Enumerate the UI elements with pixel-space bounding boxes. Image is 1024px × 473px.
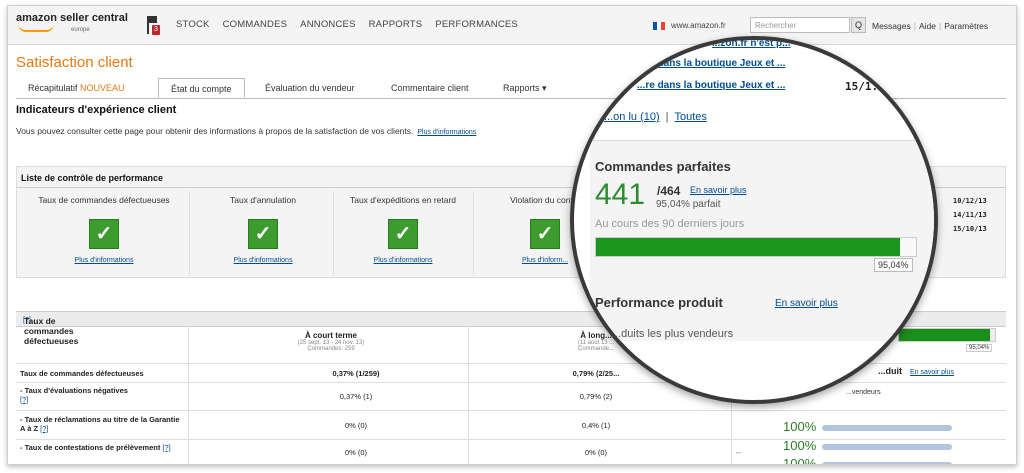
main-nav: STOCK COMMANDES ANNONCES RAPPORTS PERFOR…	[176, 19, 531, 30]
blurred-product-link[interactable]	[822, 443, 953, 450]
help-link[interactable]: [?]	[40, 424, 48, 433]
message-filter: ...on lu (10) | Toutes	[604, 111, 707, 123]
notification-badge: 3	[152, 25, 160, 35]
message-link[interactable]: ...re dans la boutique Jeux et ...	[637, 80, 785, 91]
nav-commandes[interactable]: COMMANDES	[223, 19, 288, 30]
smile-icon	[18, 24, 54, 32]
parametres-link[interactable]: Paramètres	[944, 21, 988, 31]
amazon-seller-central-logo[interactable]: amazon seller central europe	[16, 12, 128, 40]
message-date: 10/12/13	[953, 197, 987, 205]
table-title: Taux de commandes défectueuses	[24, 316, 79, 346]
percent-value: 100%	[783, 419, 817, 434]
check-icon: ✓	[530, 219, 560, 249]
nav-performances[interactable]: PERFORMANCES	[435, 19, 518, 30]
message-date: 14/11/13	[953, 211, 987, 219]
checklist-label: Taux d'annulation	[230, 195, 296, 205]
extra-value: --	[736, 448, 741, 457]
perfect-orders-percent: 95,04% parfait	[656, 199, 721, 210]
page-title: Satisfaction client	[16, 54, 133, 71]
row-label: Taux de commandes défectueuses	[20, 369, 144, 378]
row-label: - Taux de réclamations au titre de la Ga…	[20, 415, 180, 433]
checklist-more-link[interactable]: Plus d'informations	[19, 257, 189, 264]
short-term-orders: Commandes: 259	[307, 346, 355, 352]
list-item: 100%	[783, 419, 953, 434]
intro-more-link[interactable]: Plus d'informations	[417, 129, 476, 136]
browser-frame: amazon seller central europe 3 STOCK COM…	[7, 5, 1017, 465]
check-icon: ✓	[89, 219, 119, 249]
message-date: 15/10/13	[953, 225, 987, 233]
perfect-orders-progress-bar	[595, 237, 917, 257]
checklist-more-link[interactable]: Plus d'informations	[193, 257, 333, 264]
checklist-more-link[interactable]: Plus d'informations	[333, 257, 473, 264]
row-label: - Taux de contestations de prélèvement […	[20, 443, 171, 452]
message-link[interactable]: ...zon.fr n'est p...	[712, 40, 791, 49]
intro-sentence: Vous pouvez consulter cette page pour ob…	[16, 126, 414, 136]
row-label: - Taux d'évaluations négatives [?]	[20, 386, 128, 404]
logo-subtext: europe	[71, 27, 90, 33]
progress-bar-label: 95,04%	[874, 258, 913, 272]
short-term-value: 0% (0)	[344, 448, 368, 457]
new-badge: NOUVEAU	[80, 83, 125, 93]
list-item: 100%	[783, 438, 953, 453]
checklist-item: Taux d'expéditions en retard ✓ Plus d'in…	[333, 191, 474, 275]
tab-etat-du-compte[interactable]: État du compte	[158, 78, 245, 98]
tab-label: Récapitulatif	[28, 83, 78, 93]
checklist-title: Liste de contrôle de performance	[21, 173, 164, 183]
blurred-product-link[interactable]	[822, 461, 953, 464]
perfect-orders-more-link[interactable]: En savoir plus	[690, 185, 747, 195]
checklist-item: Taux de commandes défectueuses ✓ Plus d'…	[19, 191, 190, 275]
help-link[interactable]: [?]	[162, 443, 170, 452]
percent-value: 100%	[783, 438, 817, 453]
marketplace-site[interactable]: www.amazon.fr	[671, 21, 726, 30]
help-link[interactable]: [?]	[20, 395, 28, 404]
perfect-orders-total: /464	[657, 184, 681, 198]
non-lu-link[interactable]: ...on lu (10)	[604, 111, 660, 123]
perfect-orders-value: 441	[595, 178, 646, 211]
nav-annonces[interactable]: ANNONCES	[300, 19, 355, 30]
tab-evaluation-vendeur[interactable]: Évaluation du vendeur	[265, 78, 355, 98]
short-term-title: À court terme	[304, 331, 357, 340]
tab-recapitulatif[interactable]: Récapitulatif NOUVEAU	[28, 78, 125, 98]
top-links: Messages | Aide | Paramètres	[872, 21, 989, 31]
search-input[interactable]: Rechercher	[750, 17, 850, 33]
message-link[interactable]: ...re dans la boutique Jeux et ...	[637, 58, 785, 69]
messages-link[interactable]: Messages	[872, 21, 911, 31]
check-icon: ✓	[248, 219, 278, 249]
top-products-label: ...duits les plus vendeurs	[612, 328, 734, 340]
checklist-item: Taux d'annulation ✓ Plus d'informations	[193, 191, 334, 275]
blurred-product-link[interactable]	[822, 424, 953, 431]
mini-bar-label: 95,04%	[966, 344, 993, 352]
nav-rapports[interactable]: RAPPORTS	[369, 19, 423, 30]
france-flag-icon	[653, 22, 665, 30]
intro-text: Vous pouvez consulter cette page pour ob…	[16, 126, 476, 136]
message-date: 15/1...	[845, 80, 892, 93]
check-icon: ✓	[388, 219, 418, 249]
perfect-orders-period: Au cours des 90 derniers jours	[595, 218, 745, 230]
checklist-label: Taux d'expéditions en retard	[349, 195, 457, 205]
logo-text: amazon seller central	[16, 12, 128, 24]
product-performance-link[interactable]: En savoir plus	[775, 298, 838, 309]
flag-notification-icon[interactable]: 3	[147, 16, 160, 36]
perfect-orders-title: Commandes parfaites	[595, 159, 731, 174]
list-item: 100%	[783, 456, 953, 465]
tab-rapports[interactable]: Rapports ▾	[503, 78, 547, 98]
progress-bar-fill	[596, 238, 901, 256]
short-term-value: 0,37% (1)	[339, 392, 373, 401]
long-term-value: 0% (0)	[584, 448, 608, 457]
nav-stock[interactable]: STOCK	[176, 19, 210, 30]
short-term-value: 0% (0)	[344, 421, 368, 430]
checklist-label: Taux de commandes défectueuses	[38, 195, 170, 205]
toutes-link[interactable]: Toutes	[675, 111, 707, 123]
percent-value: 100%	[783, 456, 817, 465]
tab-commentaire-client[interactable]: Commentaire client	[391, 78, 469, 98]
short-term-value: 0,37% (1/259)	[332, 369, 380, 378]
magnifier-lens: ...zon.fr n'est p... ...re dans la bouti…	[570, 36, 938, 404]
section-title: Indicateurs d'expérience client	[16, 104, 177, 116]
search-icon[interactable]: Q	[851, 17, 866, 33]
short-term-header: À court terme (25 sept. 13 - 24 nov. 13)…	[196, 331, 466, 352]
long-term-value: 0,4% (1)	[581, 421, 611, 430]
aide-link[interactable]: Aide	[919, 21, 936, 31]
product-performance-title: Performance produit	[595, 295, 723, 310]
